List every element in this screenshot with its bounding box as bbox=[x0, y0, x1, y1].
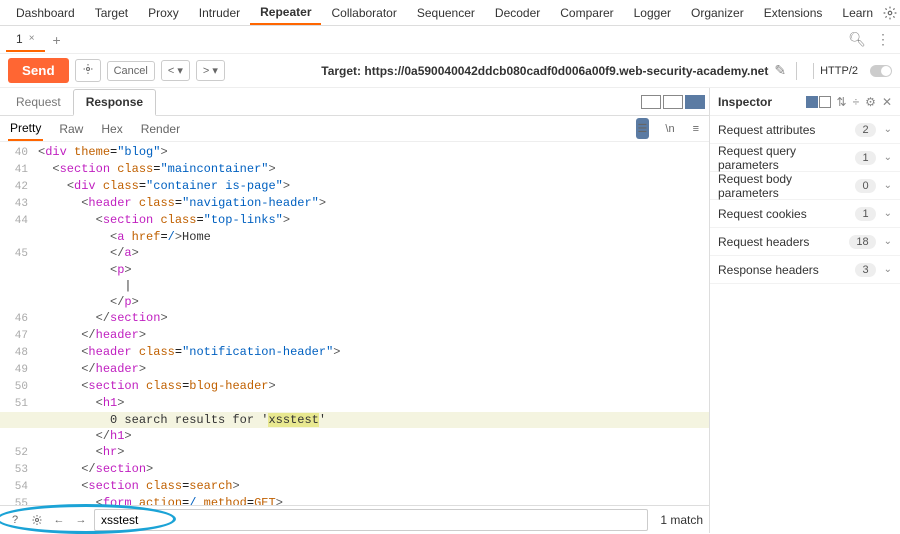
tab-target[interactable]: Target bbox=[85, 2, 138, 24]
send-button[interactable]: Send bbox=[8, 58, 69, 83]
view-pretty[interactable]: Pretty bbox=[8, 117, 43, 141]
inspector-row-label: Request body parameters bbox=[718, 172, 855, 200]
repeater-tab-label: 1 bbox=[16, 32, 23, 46]
inspector-close-icon[interactable]: ✕ bbox=[882, 95, 892, 109]
inspector-row-count: 18 bbox=[849, 235, 875, 249]
top-nav: Dashboard Target Proxy Intruder Repeater… bbox=[0, 0, 900, 26]
chevron-down-icon: ⌄ bbox=[884, 124, 892, 135]
view-render[interactable]: Render bbox=[139, 118, 182, 140]
inspector-row-5[interactable]: Response headers3 ⌄ bbox=[710, 256, 900, 284]
inspector-row-count: 1 bbox=[855, 207, 875, 221]
search-help-icon[interactable]: ? bbox=[6, 511, 24, 529]
inspector-row-count: 2 bbox=[855, 123, 875, 137]
edit-target-icon[interactable]: ✎ bbox=[774, 62, 786, 79]
response-body[interactable]: 40<div theme="blog">41 <section class="m… bbox=[0, 142, 709, 505]
tab-sequencer[interactable]: Sequencer bbox=[407, 2, 485, 24]
inspector-row-2[interactable]: Request body parameters0 ⌄ bbox=[710, 172, 900, 200]
history-back-button[interactable]: < ▾ bbox=[161, 60, 190, 81]
search-icon[interactable]: 🔍︎ bbox=[842, 31, 872, 48]
search-next-icon[interactable]: → bbox=[72, 511, 90, 529]
inspector-row-3[interactable]: Request cookies1 ⌄ bbox=[710, 200, 900, 228]
target-label: Target: https://0a590040042ddcb080cadf0d… bbox=[321, 64, 768, 78]
inspector-row-0[interactable]: Request attributes2 ⌄ bbox=[710, 116, 900, 144]
inspector-gear-icon[interactable]: ⚙ bbox=[865, 95, 876, 109]
request-tab[interactable]: Request bbox=[4, 90, 73, 114]
tab-extensions[interactable]: Extensions bbox=[754, 2, 833, 24]
tab-dashboard[interactable]: Dashboard bbox=[6, 2, 85, 24]
settings-button[interactable]: Settings bbox=[883, 6, 900, 20]
tab-proxy[interactable]: Proxy bbox=[138, 2, 189, 24]
send-options-button[interactable] bbox=[75, 59, 101, 82]
action-bar: Send Cancel < ▾ > ▾ Target: https://0a59… bbox=[0, 54, 900, 88]
cancel-button[interactable]: Cancel bbox=[107, 61, 155, 81]
inspector-expand-icon[interactable]: ⇅ bbox=[837, 95, 847, 109]
more-icon[interactable]: ⋮ bbox=[872, 31, 894, 48]
inspector-row-count: 0 bbox=[855, 179, 875, 193]
chevron-down-icon: ⌄ bbox=[884, 208, 892, 219]
add-tab-button[interactable]: + bbox=[45, 28, 69, 52]
inspector-row-label: Request attributes bbox=[718, 123, 855, 137]
repeater-tabs: 1 × + 🔍︎ ⋮ bbox=[0, 26, 900, 54]
inspector-title: Inspector bbox=[718, 95, 800, 109]
inspector-row-label: Response headers bbox=[718, 263, 855, 277]
message-tabs: Request Response bbox=[0, 88, 709, 116]
search-prev-icon[interactable]: ← bbox=[50, 511, 68, 529]
inspector-row-count: 3 bbox=[855, 263, 875, 277]
view-raw[interactable]: Raw bbox=[57, 118, 85, 140]
repeater-tab-1[interactable]: 1 × bbox=[6, 28, 45, 52]
close-tab-icon[interactable]: × bbox=[29, 33, 35, 44]
chevron-down-icon: ⌄ bbox=[884, 152, 892, 163]
layout-single-icon[interactable] bbox=[641, 95, 661, 109]
tab-comparer[interactable]: Comparer bbox=[550, 2, 623, 24]
gear-icon bbox=[883, 6, 897, 20]
search-match-count: 1 match bbox=[660, 513, 703, 527]
tab-organizer[interactable]: Organizer bbox=[681, 2, 754, 24]
inspector-row-label: Request headers bbox=[718, 235, 849, 249]
wrap-icon[interactable]: ≡ bbox=[691, 119, 701, 139]
search-bar: ? ← → 1 match bbox=[0, 505, 709, 533]
tab-collaborator[interactable]: Collaborator bbox=[321, 2, 406, 24]
inspector-panel: Inspector ⇅ ÷ ⚙ ✕ Request attributes2⌄Re… bbox=[710, 88, 900, 533]
http-version-label: HTTP/2 bbox=[813, 63, 864, 79]
tab-logger[interactable]: Logger bbox=[624, 2, 681, 24]
inspector-layout-icons[interactable] bbox=[806, 96, 831, 108]
gear-icon bbox=[82, 63, 94, 75]
inspector-row-count: 1 bbox=[855, 151, 875, 165]
chevron-down-icon: ⌄ bbox=[884, 236, 892, 247]
chevron-down-icon: ⌄ bbox=[884, 264, 892, 275]
layout-horizontal-icon[interactable] bbox=[663, 95, 683, 109]
inspector-divider-icon: ÷ bbox=[853, 95, 860, 109]
search-input[interactable] bbox=[94, 509, 648, 531]
inspector-row-4[interactable]: Request headers18 ⌄ bbox=[710, 228, 900, 256]
http-version-toggle[interactable] bbox=[870, 65, 892, 77]
tab-decoder[interactable]: Decoder bbox=[485, 2, 550, 24]
layout-vertical-icon[interactable] bbox=[685, 95, 705, 109]
tab-repeater[interactable]: Repeater bbox=[250, 1, 321, 25]
inspector-row-1[interactable]: Request query parameters1 ⌄ bbox=[710, 144, 900, 172]
tab-intruder[interactable]: Intruder bbox=[189, 2, 250, 24]
response-tab[interactable]: Response bbox=[73, 89, 156, 116]
search-gear-icon[interactable] bbox=[28, 511, 46, 529]
inspector-row-label: Request query parameters bbox=[718, 144, 855, 172]
view-hex[interactable]: Hex bbox=[99, 118, 124, 140]
tab-learn[interactable]: Learn bbox=[832, 2, 883, 24]
view-tabs: Pretty Raw Hex Render ☰ \n ≡ bbox=[0, 116, 709, 142]
show-nonprintable-button[interactable]: ☰ bbox=[636, 118, 650, 139]
chevron-down-icon: ⌄ bbox=[884, 180, 892, 191]
history-forward-button[interactable]: > ▾ bbox=[196, 60, 225, 81]
inspector-row-label: Request cookies bbox=[718, 207, 855, 221]
newline-label: \n bbox=[663, 119, 676, 139]
